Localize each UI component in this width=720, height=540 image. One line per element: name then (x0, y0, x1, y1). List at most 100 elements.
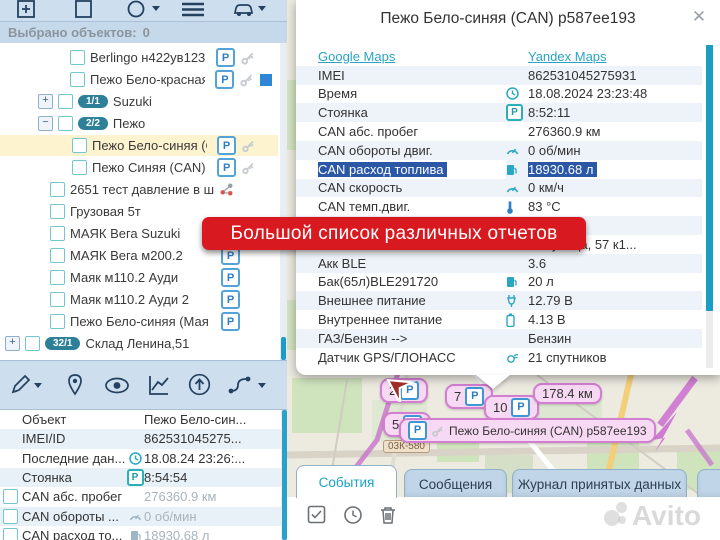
add-unit-icon[interactable] (16, 0, 36, 18)
parking-badge[interactable]: P (216, 48, 235, 67)
detail-row: CAN абс. пробег 276360.9 км (296, 122, 702, 141)
tab-events[interactable]: События (296, 465, 397, 498)
location-pin-icon[interactable] (66, 373, 84, 397)
unit-actions-toolbar (0, 360, 287, 410)
track-color-swatch (260, 74, 272, 86)
tab-messages[interactable]: Сообщения (404, 469, 507, 498)
checkbox[interactable] (50, 204, 65, 219)
group-count-badge: 1/1 (78, 95, 108, 108)
expand-icon[interactable]: + (38, 94, 53, 109)
gauge-icon (506, 183, 519, 193)
checkbox[interactable] (58, 116, 73, 131)
parking-badge[interactable]: P (217, 136, 236, 155)
key-icon (239, 72, 255, 88)
annotation-banner: Большой список различных отчетов (202, 217, 586, 250)
checkbox[interactable] (72, 138, 87, 153)
google-maps-link[interactable]: Google Maps (318, 49, 395, 64)
export-up-icon[interactable] (188, 373, 211, 396)
map-distance-badge[interactable]: 178.4 км (533, 383, 602, 404)
detail-row: CAN обороты двиг. 0 об/мин (296, 141, 702, 160)
checkbox[interactable] (3, 489, 18, 504)
parking-badge[interactable]: P (221, 290, 240, 309)
parking-badge[interactable]: P (217, 158, 236, 177)
parking-disabled-badge[interactable]: P (221, 312, 240, 331)
checkbox[interactable] (50, 182, 65, 197)
tree-item[interactable]: Berlingo н422ув123 P (0, 47, 278, 68)
detail-row: Датчик GPS/ГЛОНАСС 21 спутников (296, 348, 702, 367)
chevron-down-icon[interactable] (258, 6, 266, 11)
key-icon (241, 160, 256, 176)
chevron-down-icon[interactable] (258, 383, 266, 388)
chart-icon[interactable] (148, 374, 170, 396)
map-vehicle-label[interactable]: P Пежо Бело-синяя (CAN) p587ee193 (399, 418, 656, 443)
eye-icon[interactable] (104, 377, 130, 394)
vehicle-icon[interactable] (232, 0, 256, 18)
route-icon[interactable] (228, 374, 254, 396)
tab-data-log[interactable]: Журнал принятых данных (512, 469, 687, 498)
unit-details-popup: Пежо Бело-синяя (CAN) p587ee193 ✕ Google… (296, 0, 720, 375)
tree-group[interactable]: + 32/1 Склад Ленина,51 (0, 333, 278, 354)
info-row[interactable]: CAN обороты ... 0 об/мин (0, 507, 281, 526)
trash-icon[interactable] (379, 505, 399, 525)
detail-row: Внутреннее питание 4.13 В (296, 310, 702, 329)
parking-disabled-badge[interactable]: P (221, 268, 240, 287)
yandex-maps-link[interactable]: Yandex Maps (528, 49, 607, 64)
checkbox[interactable] (50, 292, 65, 307)
detail-row: CAN скорость 0 км/ч (296, 179, 702, 198)
checkbox[interactable] (3, 528, 18, 540)
tree-item[interactable]: 2651 тест давление в ш (0, 179, 278, 200)
list-view-icon[interactable] (180, 0, 206, 18)
tree-group[interactable]: + 1/1 Suzuki (0, 91, 278, 112)
chevron-down-icon[interactable] (152, 6, 160, 11)
checkbox[interactable] (50, 314, 65, 329)
chevron-down-icon[interactable] (34, 383, 42, 388)
tree-item[interactable]: Маяк м110.2 Ауди P (0, 267, 278, 288)
expand-icon[interactable]: + (5, 336, 20, 351)
checkbox[interactable] (3, 509, 18, 524)
collapse-icon[interactable]: − (38, 116, 53, 131)
tree-item-selected[interactable]: Пежо Бело-синяя (С P (0, 135, 278, 156)
parking-icon: P (511, 398, 530, 417)
detail-row: Стоянка P 8:52:11 (296, 103, 702, 122)
square-filter-icon[interactable] (74, 0, 94, 18)
tree-scrollbar[interactable] (280, 43, 287, 360)
detail-row: Время 18.08.2024 23:23:48 (296, 85, 702, 104)
checkbox[interactable] (72, 160, 87, 175)
thermometer-icon (506, 200, 514, 214)
map-parking-badge-10[interactable]: 10 P (484, 395, 539, 420)
checkbox[interactable] (25, 336, 40, 351)
fuel-icon (506, 275, 517, 288)
tree-group[interactable]: − 2/2 Пежо (0, 113, 278, 134)
checkbox[interactable] (50, 270, 65, 285)
history-clock-icon[interactable] (343, 505, 363, 525)
tree-item[interactable]: Пежо Бело-красная P (0, 69, 278, 90)
info-row[interactable]: CAN расход то... 18930.68 л (0, 526, 281, 540)
info-row: IMEI/ID 862531045275... (0, 429, 281, 448)
parking-badge[interactable]: P (215, 70, 234, 89)
clock-icon (129, 452, 142, 465)
battery-icon (506, 313, 515, 327)
tree-item[interactable]: Пежо Синяя (CAN) с P (0, 157, 278, 178)
circle-filter-icon[interactable] (127, 0, 145, 18)
edit-pencil-icon[interactable] (10, 374, 30, 396)
popup-scrollbar[interactable] (706, 45, 713, 368)
parking-icon: P (408, 421, 427, 440)
checkbox[interactable] (70, 50, 85, 65)
detail-row: Акк BLE 3.6 (296, 254, 702, 273)
tree-item[interactable]: Пежо Бело-синяя (Мая P (0, 311, 278, 332)
info-row[interactable]: CAN абс. пробег 276360.9 км (0, 487, 281, 506)
checkbox[interactable] (70, 72, 85, 87)
unit-toolbar (0, 0, 287, 22)
tree-item[interactable]: Маяк м110.2 Ауди 2 P (0, 289, 278, 310)
checkbox[interactable] (50, 248, 65, 263)
close-icon[interactable]: ✕ (690, 8, 708, 26)
checkbox[interactable] (58, 94, 73, 109)
checkbox[interactable] (50, 226, 65, 241)
key-icon (241, 138, 256, 154)
parking-icon: P (506, 104, 523, 121)
sensor-icon (219, 182, 234, 197)
select-all-checkbox-icon[interactable] (307, 505, 327, 525)
tab-partial[interactable] (697, 469, 720, 498)
detail-row: Внешнее питание 12.79 В (296, 291, 702, 310)
unit-tree: Berlingo н422ув123 P Пежо Бело-красная P (0, 43, 287, 360)
